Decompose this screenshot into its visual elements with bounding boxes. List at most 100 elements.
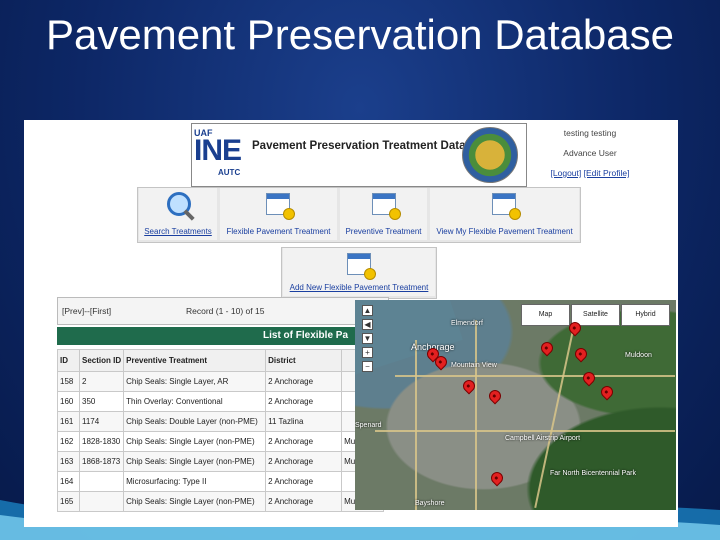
cell-section-id: 1174: [78, 411, 125, 432]
cell-district: 2 Anchorage: [265, 451, 343, 472]
state-seal-icon: [462, 127, 518, 183]
slide-title: Pavement Preservation Database: [45, 11, 674, 58]
cell-district: 2 Anchorage: [265, 431, 343, 452]
add-new-flexible-pavement-treatment-label: Add New Flexible Pavement Treatment: [289, 283, 429, 292]
user-role: Advance User: [563, 148, 617, 158]
map-pin-marker-icon[interactable]: [572, 345, 590, 363]
view-my-flexible-pavement-treatment-button[interactable]: View My Flexible Pavement Treatment: [430, 188, 579, 240]
table-row[interactable]: 160 350 Thin Overlay: Conventional 2 Anc…: [57, 391, 385, 412]
secondary-toolbar: Add New Flexible Pavement Treatment: [281, 247, 437, 299]
cell-section-id: 1868-1873: [78, 451, 125, 472]
cell-district: 2 Anchorage: [265, 371, 343, 392]
map-pin-marker-icon[interactable]: [488, 469, 506, 487]
app-screenshot: UAF INE AUTC Pavement Preservation Treat…: [24, 120, 678, 527]
preventive-treatment-label: Preventive Treatment: [345, 227, 422, 236]
logo-autc: AUTC: [218, 168, 241, 177]
cell-section-id: 1828-1830: [78, 431, 125, 452]
cell-id: 162: [57, 431, 80, 452]
column-header[interactable]: ID: [57, 349, 80, 372]
cell-id: 165: [57, 491, 80, 512]
app-title: Pavement Preservation Treatment Database: [252, 140, 492, 152]
table-row[interactable]: 164 Microsurfacing: Type II 2 Anchorage: [57, 471, 385, 492]
preventive-treatment-button[interactable]: Preventive Treatment: [340, 188, 427, 240]
map-road: [395, 375, 675, 377]
pan-down-button[interactable]: ▼: [362, 333, 373, 344]
cell-section-id: [78, 491, 125, 512]
cell-district: 2 Anchorage: [265, 471, 343, 492]
cell-id: 164: [57, 471, 80, 492]
table-row[interactable]: 158 2 Chip Seals: Single Layer, AR 2 Anc…: [57, 371, 385, 392]
list-title: List of Flexible Pa: [263, 330, 349, 341]
logout-link[interactable]: [Logout]: [551, 168, 582, 178]
map-label-road: Mountain View: [451, 362, 497, 369]
search-treatments-button[interactable]: Search Treatments: [139, 188, 217, 240]
map-pin-marker-icon[interactable]: [538, 339, 556, 357]
map-road: [534, 311, 578, 509]
document-star-icon: [492, 193, 521, 220]
cell-id: 160: [57, 391, 80, 412]
flexible-pavement-treatment-label: Flexible Pavement Treatment: [226, 227, 331, 236]
record-range: Record (1 - 10) of 15: [186, 306, 265, 316]
map-pin-marker-icon[interactable]: [598, 383, 616, 401]
list-title-bar: List of Flexible Pa: [57, 327, 387, 345]
document-star-icon: [347, 253, 376, 280]
column-header[interactable]: Section ID: [78, 349, 125, 372]
cell-section-id: [78, 471, 125, 492]
cell-district: 2 Anchorage: [265, 391, 343, 412]
flexible-pavement-treatment-button[interactable]: Flexible Pavement Treatment: [220, 188, 337, 240]
map-label-road: Elmendorf: [451, 320, 483, 327]
user-panel: testing testing Advance User [Logout] [E…: [540, 128, 640, 188]
table-header-row: ID Section ID Preventive Treatment Distr…: [57, 349, 385, 372]
map-label-airport: Campbell Airstrip Airport: [505, 435, 581, 442]
map-label-road: Bayshore: [415, 500, 445, 507]
map-label-road: Spenard: [355, 422, 382, 429]
user-links: [Logout] [Edit Profile]: [540, 168, 640, 178]
document-star-icon: [372, 193, 401, 220]
search-icon: [167, 192, 191, 216]
records-panel: [Prev]--[First] Record (1 - 10) of 15 Li…: [57, 297, 389, 527]
table-row[interactable]: 163 1868-1873 Chip Seals: Single Layer (…: [57, 451, 385, 472]
column-header[interactable]: Preventive Treatment: [123, 349, 267, 372]
map-type-map-button[interactable]: Map: [521, 304, 570, 326]
cell-treatment: Chip Seals: Single Layer (non-PME): [123, 431, 267, 452]
add-new-flexible-pavement-treatment-button[interactable]: Add New Flexible Pavement Treatment: [283, 248, 435, 296]
cell-treatment: Thin Overlay: Conventional: [123, 391, 267, 412]
cell-id: 161: [57, 411, 80, 432]
map-label-park: Far North Bicentennial Park: [550, 470, 636, 477]
cell-id: 158: [57, 371, 80, 392]
cell-treatment: Chip Seals: Single Layer (non-PME): [123, 491, 267, 512]
map-pin-marker-icon[interactable]: [486, 387, 504, 405]
cell-id: 163: [57, 451, 80, 472]
map-road: [375, 430, 675, 432]
logo-ine: INE: [194, 134, 242, 167]
map-label-road: Muldoon: [625, 352, 652, 359]
pan-up-button[interactable]: ▲: [362, 305, 373, 316]
pan-left-button[interactable]: ◀: [362, 319, 373, 330]
cell-treatment: Chip Seals: Single Layer, AR: [123, 371, 267, 392]
column-header[interactable]: District: [265, 349, 343, 372]
pager-nav-links[interactable]: [Prev]--[First]: [62, 306, 111, 316]
map-road: [415, 340, 417, 510]
table-row[interactable]: 162 1828-1830 Chip Seals: Single Layer (…: [57, 431, 385, 452]
map-type-hybrid-button[interactable]: Hybrid: [621, 304, 670, 326]
header-banner: UAF INE AUTC Pavement Preservation Treat…: [191, 123, 527, 187]
table-row[interactable]: 165 Chip Seals: Single Layer (non-PME) 2…: [57, 491, 385, 512]
user-name: testing testing: [563, 128, 617, 138]
satellite-map[interactable]: ▲ ◀ ▼ + − Map Satellite Hybrid Anchorage…: [355, 300, 676, 510]
cell-treatment: Chip Seals: Double Layer (non-PME): [123, 411, 267, 432]
edit-profile-link[interactable]: [Edit Profile]: [584, 168, 630, 178]
zoom-out-button[interactable]: −: [362, 361, 373, 372]
cell-district: 2 Anchorage: [265, 491, 343, 512]
map-zoom-controls: ▲ ◀ ▼ + −: [362, 305, 373, 375]
table-row[interactable]: 161 1174 Chip Seals: Double Layer (non-P…: [57, 411, 385, 432]
zoom-in-button[interactable]: +: [362, 347, 373, 358]
document-star-icon: [266, 193, 295, 220]
view-my-flexible-pavement-treatment-label: View My Flexible Pavement Treatment: [436, 227, 573, 236]
map-pin-marker-icon[interactable]: [580, 369, 598, 387]
cell-treatment: Chip Seals: Single Layer (non-PME): [123, 451, 267, 472]
cell-section-id: 2: [78, 371, 125, 392]
records-table: ID Section ID Preventive Treatment Distr…: [57, 349, 385, 512]
search-treatments-label: Search Treatments: [144, 227, 212, 236]
cell-district: 11 Tazlina: [265, 411, 343, 432]
map-road: [475, 320, 477, 510]
